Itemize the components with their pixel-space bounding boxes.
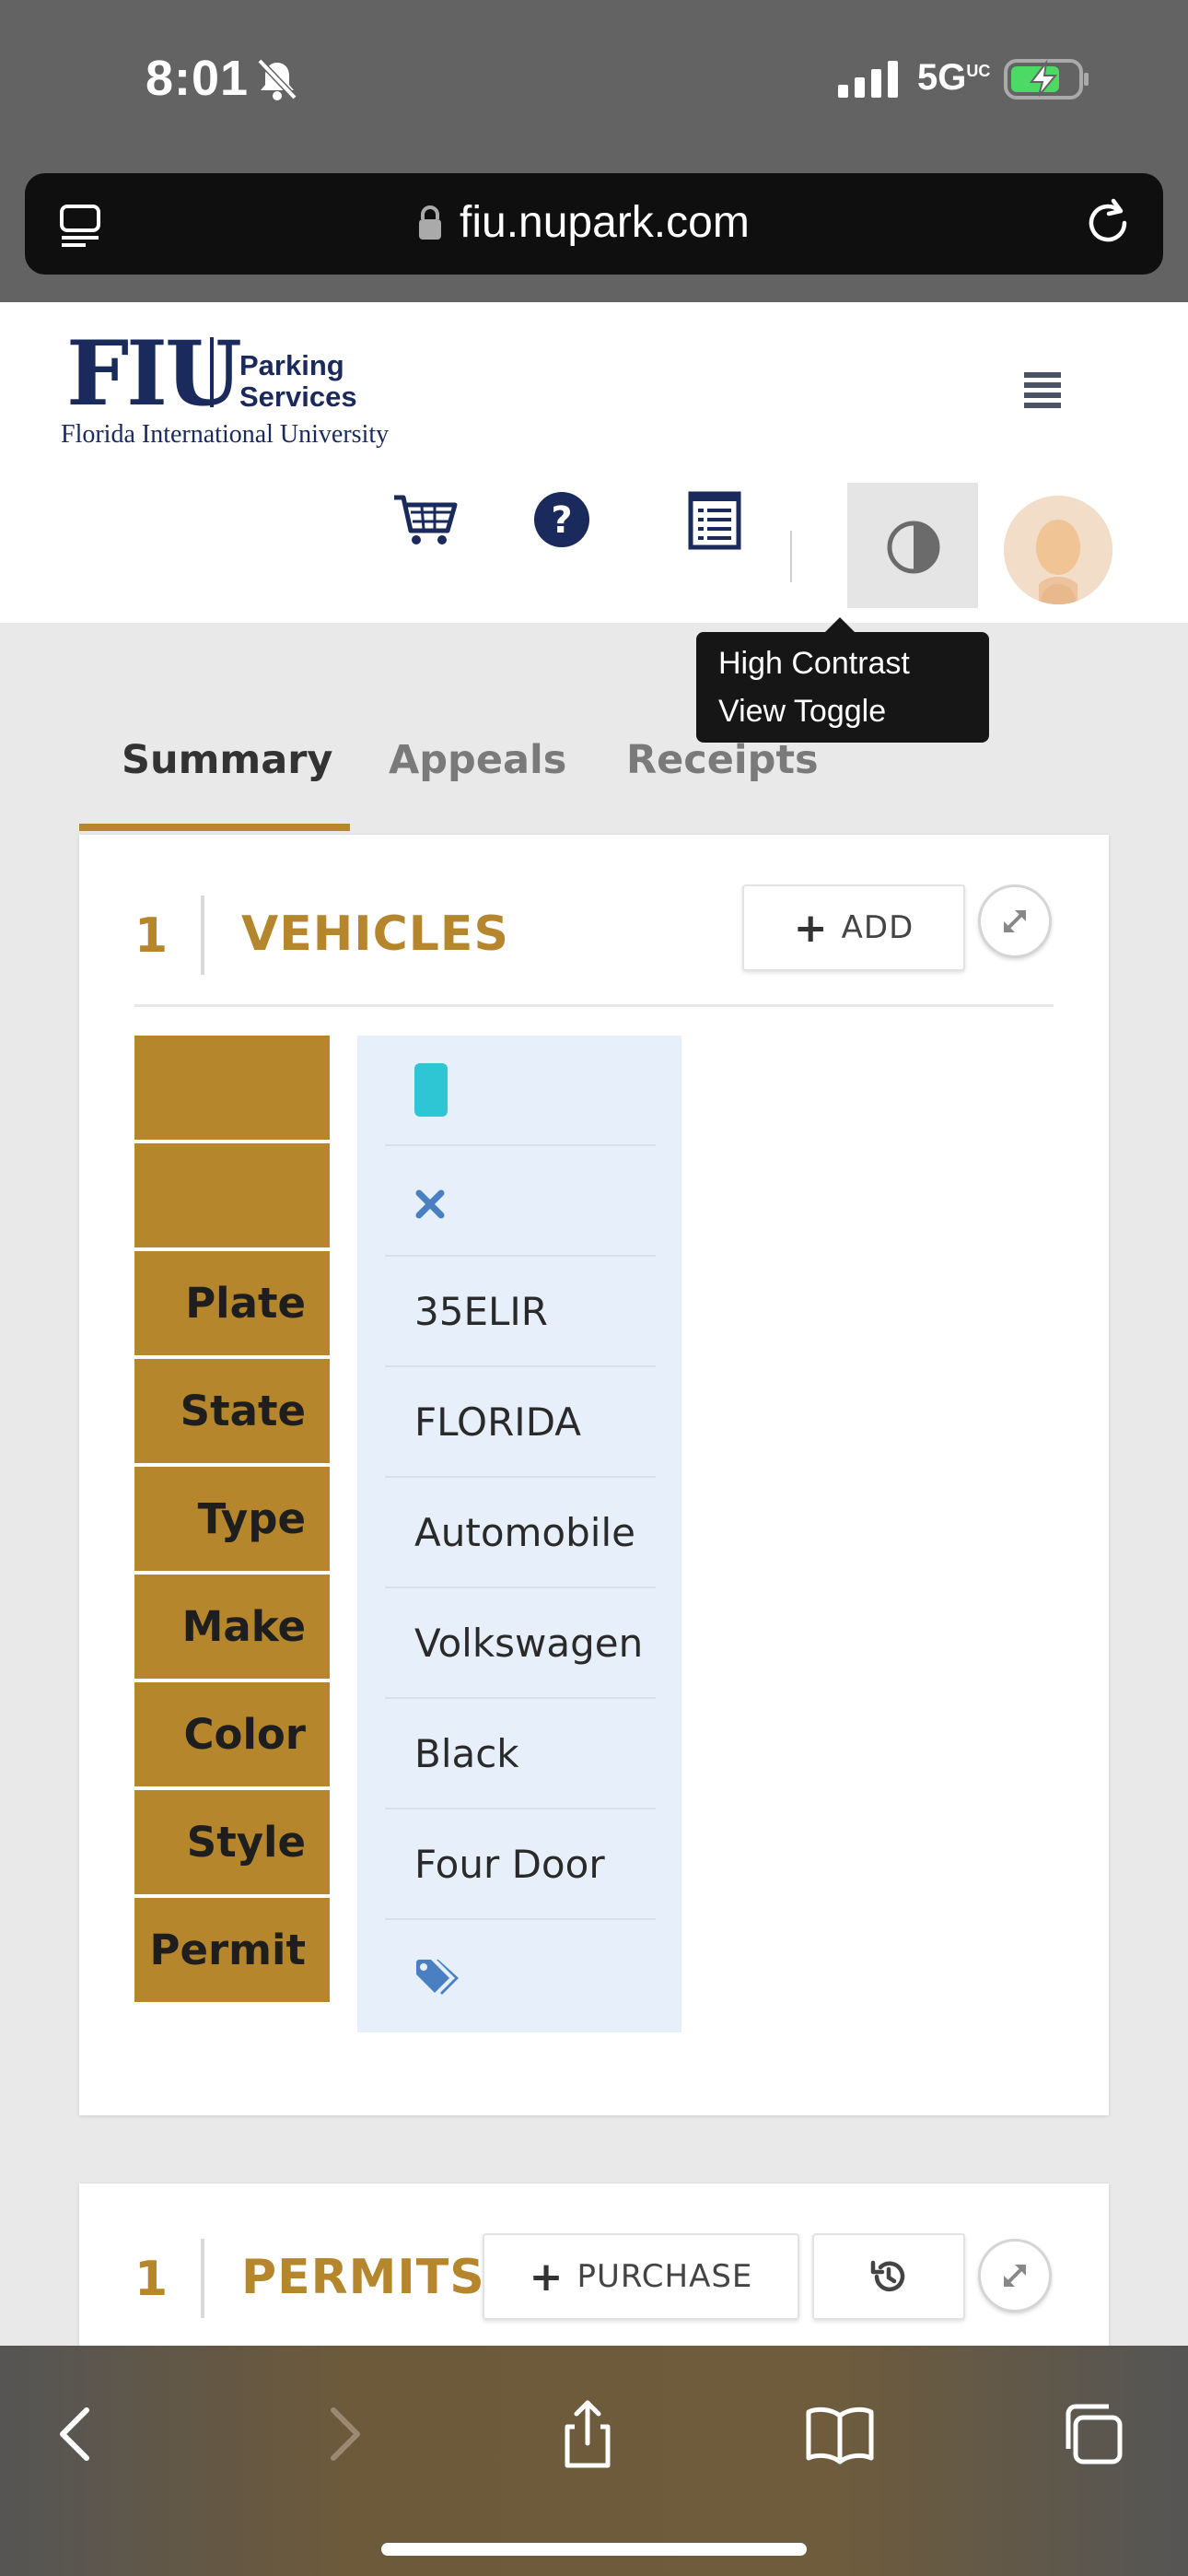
vehicles-count: 1 — [134, 908, 169, 964]
vehicle-value-column: 35ELIR FLORIDA Automobile Volkswagen Bla… — [357, 1036, 681, 2032]
bell-muted-icon — [257, 58, 297, 100]
vehicle-label-plate: Plate — [134, 1251, 330, 1359]
browser-bottom-toolbar — [0, 2346, 1188, 2576]
avatar[interactable] — [1004, 496, 1112, 604]
logo-divider — [210, 337, 214, 407]
vehicle-state-value: FLORIDA — [385, 1367, 656, 1478]
signal-icon — [838, 61, 898, 98]
vehicle-label-status — [134, 1036, 330, 1143]
vehicle-label-color: Color — [134, 1682, 330, 1790]
vehicle-make-value: Volkswagen — [385, 1588, 656, 1699]
vehicle-color-value: Black — [385, 1699, 656, 1809]
battery-charging-icon — [1004, 59, 1089, 100]
receipt-list-icon[interactable] — [678, 483, 751, 556]
help-icon[interactable]: ? — [529, 483, 602, 556]
tab-summary[interactable]: Summary — [79, 728, 350, 831]
vehicle-type-value: Automobile — [385, 1478, 656, 1588]
expand-icon — [1004, 910, 1026, 932]
header-divider — [201, 2239, 204, 2318]
tags-icon[interactable] — [414, 1958, 460, 1998]
vehicle-label-type: Type — [134, 1467, 330, 1575]
network-label: 5GUC — [917, 57, 991, 98]
ios-top-chrome: 8:01 5GUC fiu.nupark.com — [0, 0, 1188, 302]
status-time: 8:01 — [146, 51, 250, 106]
url-text: fiu.nupark.com — [460, 198, 750, 247]
vehicle-remove-cell — [385, 1146, 656, 1257]
vehicles-title: VEHICLES — [241, 907, 509, 962]
home-indicator — [381, 2543, 807, 2556]
contrast-icon — [887, 521, 940, 574]
share-icon[interactable] — [551, 2397, 624, 2471]
vehicle-status-cell — [385, 1036, 656, 1146]
address-bar[interactable]: fiu.nupark.com — [25, 173, 1163, 275]
expand-permits-button[interactable] — [978, 2239, 1052, 2313]
plus-icon: + — [793, 904, 829, 952]
logo-university: Florida International University — [61, 420, 390, 449]
add-vehicle-button[interactable]: + ADD — [742, 884, 965, 971]
forward-icon[interactable] — [304, 2397, 378, 2471]
high-contrast-toggle[interactable] — [847, 483, 978, 608]
site-header: FIU Parking Services Florida Internation… — [0, 302, 1188, 623]
expand-icon — [1004, 2265, 1026, 2287]
fiu-parking-logo[interactable]: FIU Parking Services Florida Internation… — [61, 324, 411, 463]
vehicle-plate-value: 35ELIR — [385, 1257, 656, 1367]
high-contrast-tooltip: High Contrast View Toggle — [696, 617, 989, 743]
header-rule — [134, 1004, 1054, 1007]
expand-vehicles-button[interactable] — [978, 884, 1052, 958]
header-divider — [201, 896, 204, 975]
reload-icon[interactable] — [1080, 195, 1136, 251]
bookmarks-icon[interactable] — [803, 2397, 877, 2471]
close-icon[interactable] — [414, 1188, 446, 1220]
logo-subtitle: Parking Services — [239, 349, 357, 413]
page-menu-icon[interactable] — [58, 201, 106, 249]
vehicle-label-state: State — [134, 1359, 330, 1467]
vehicle-label-permit: Permit — [134, 1898, 330, 2006]
svg-text:?: ? — [551, 499, 572, 542]
history-icon — [870, 2260, 905, 2292]
vehicle-permit-cell — [385, 1920, 656, 2031]
toolbar-divider — [790, 531, 792, 582]
lock-icon — [419, 205, 441, 240]
permits-count: 1 — [134, 2252, 169, 2307]
add-vehicle-label: ADD — [841, 909, 914, 946]
tabs-icon[interactable] — [1057, 2397, 1131, 2471]
active-tab-indicator — [79, 824, 350, 831]
purchase-label: PURCHASE — [577, 2258, 753, 2295]
vehicle-style-value: Four Door — [385, 1809, 656, 1920]
purchase-permit-button[interactable]: + PURCHASE — [483, 2233, 799, 2320]
vehicles-card: 1 VEHICLES + ADD Plate State Type Make C… — [79, 835, 1109, 2115]
permits-title: PERMITS — [241, 2250, 485, 2305]
back-icon[interactable] — [42, 2397, 116, 2471]
hamburger-menu-icon[interactable] — [1024, 372, 1061, 415]
vehicle-label-style: Style — [134, 1790, 330, 1898]
cart-icon[interactable] — [390, 483, 464, 556]
permit-history-button[interactable] — [812, 2233, 965, 2320]
tab-appeals[interactable]: Appeals — [389, 728, 566, 831]
vehicle-status-swatch[interactable] — [414, 1062, 448, 1117]
vehicle-label-make: Make — [134, 1575, 330, 1682]
tab-receipts[interactable]: Receipts — [626, 728, 819, 831]
user-avatar-icon — [1004, 496, 1112, 604]
vehicle-label-remove — [134, 1143, 330, 1251]
vehicle-label-column: Plate State Type Make Color Style Permit — [134, 1036, 330, 2006]
plus-icon: + — [529, 2253, 565, 2301]
